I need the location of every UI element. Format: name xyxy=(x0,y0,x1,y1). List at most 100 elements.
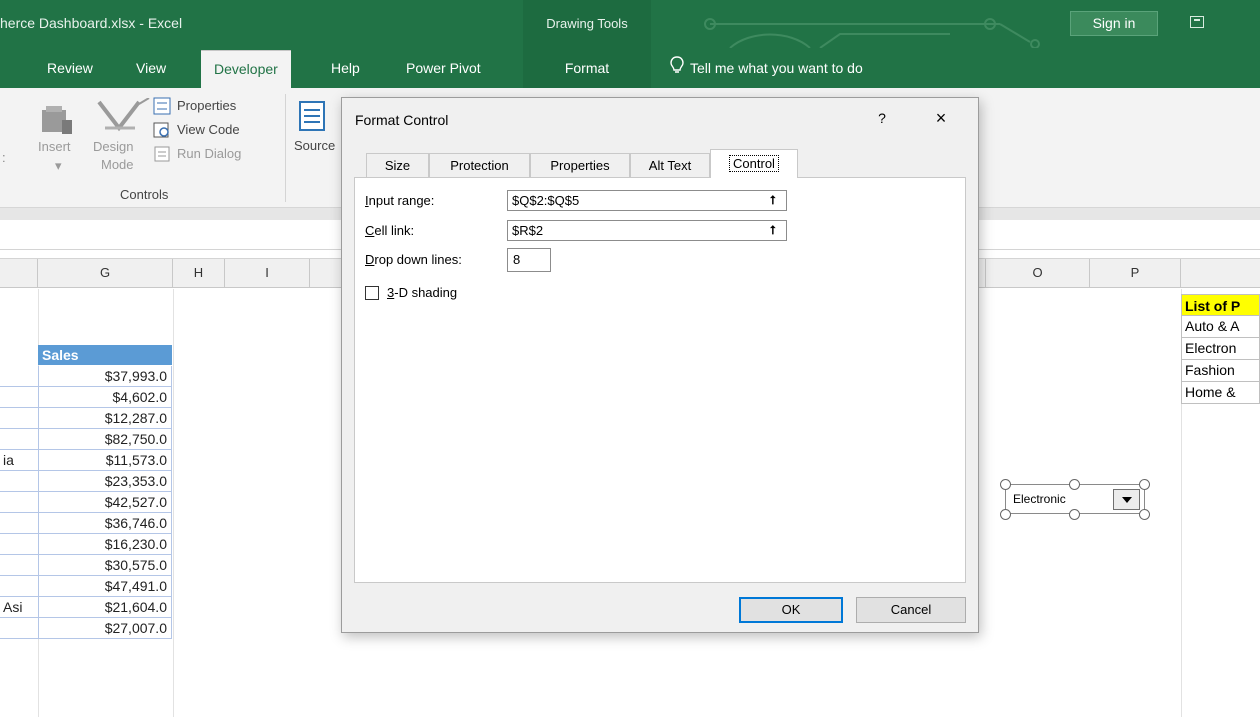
sales-cell[interactable]: $11,573.0 xyxy=(38,450,172,471)
list-item[interactable]: Fashion xyxy=(1181,360,1260,382)
insert-dropdown-icon[interactable]: ▾ xyxy=(55,158,62,174)
region-cell-fragment[interactable] xyxy=(0,366,38,387)
cancel-button[interactable]: Cancel xyxy=(856,597,966,623)
sales-cell[interactable]: $42,527.0 xyxy=(38,492,172,513)
resize-handle[interactable] xyxy=(1069,509,1080,520)
column-header-i[interactable]: I xyxy=(225,259,310,287)
run-dialog-button[interactable]: Run Dialog xyxy=(177,146,241,161)
source-button[interactable]: Source xyxy=(294,138,335,153)
tab-power-pivot[interactable]: Power Pivot xyxy=(406,50,481,88)
controls-group-label: Controls xyxy=(120,187,169,202)
close-icon[interactable]: × xyxy=(930,108,952,130)
source-icon[interactable] xyxy=(298,100,326,132)
drop-down-label-text: rop down lines: xyxy=(374,252,462,267)
insert-label[interactable]: Insert xyxy=(38,139,71,154)
cell-link-label-text: ell link: xyxy=(374,223,415,238)
tab-review[interactable]: Review xyxy=(47,50,93,88)
cell-link-field[interactable]: $R$2 ⭡ xyxy=(507,220,787,241)
column-header-o[interactable]: O xyxy=(985,259,1090,287)
sales-cell[interactable]: $36,746.0 xyxy=(38,513,172,534)
cell-link-value: $R$2 xyxy=(512,223,544,238)
window-title: herce Dashboard.xlsx - Excel xyxy=(0,15,183,31)
tab-properties[interactable]: Properties xyxy=(530,153,630,178)
list-item[interactable]: Electron xyxy=(1181,338,1260,360)
design-mode-label-2[interactable]: Mode xyxy=(101,157,134,172)
group-separator xyxy=(285,94,286,202)
title-bar: herce Dashboard.xlsx - Excel Drawing Too… xyxy=(0,0,1260,50)
tab-developer[interactable]: Developer xyxy=(201,50,291,88)
resize-handle[interactable] xyxy=(1000,509,1011,520)
drop-down-lines-field[interactable]: 8 xyxy=(507,248,551,272)
lightbulb-icon xyxy=(670,51,684,87)
sales-cell[interactable]: $16,230.0 xyxy=(38,534,172,555)
design-mode-label-1[interactable]: Design xyxy=(93,139,133,154)
region-cell-fragment[interactable]: ia xyxy=(0,450,38,471)
tab-help[interactable]: Help xyxy=(331,50,360,88)
list-item[interactable]: Home & xyxy=(1181,382,1260,404)
region-cell-fragment[interactable] xyxy=(0,492,38,513)
tab-control[interactable]: Control xyxy=(710,149,798,178)
region-cell-fragment[interactable] xyxy=(0,534,38,555)
region-cell-fragment[interactable] xyxy=(0,429,38,450)
collapse-dialog-icon[interactable]: ⭡ xyxy=(763,193,783,208)
tell-me-search[interactable]: Tell me what you want to do xyxy=(670,50,863,88)
tab-protection[interactable]: Protection xyxy=(429,153,530,178)
properties-button[interactable]: Properties xyxy=(177,98,236,113)
tab-format[interactable]: Format xyxy=(523,50,651,88)
3d-shading-checkbox[interactable] xyxy=(365,286,379,300)
input-range-label: Input range: xyxy=(365,193,434,208)
sales-cell[interactable]: $37,993.0 xyxy=(38,366,172,387)
sales-cell[interactable]: $27,007.0 xyxy=(38,618,172,639)
excel-window: herce Dashboard.xlsx - Excel Drawing Too… xyxy=(0,0,1260,717)
gridline xyxy=(173,289,174,717)
sales-cell[interactable]: $82,750.0 xyxy=(38,429,172,450)
resize-handle[interactable] xyxy=(1139,479,1150,490)
format-control-dialog: Format Control ? × Size Protection Prope… xyxy=(341,97,979,633)
list-item[interactable]: Auto & A xyxy=(1181,316,1260,338)
3d-shading-label-text: -D shading xyxy=(394,285,458,300)
3d-shading-label[interactable]: 3-D shading xyxy=(387,285,457,300)
drawing-tools-context-label: Drawing Tools xyxy=(523,0,651,50)
resize-handle[interactable] xyxy=(1139,509,1150,520)
column-header-partial[interactable] xyxy=(0,259,38,287)
insert-controls-icon[interactable] xyxy=(40,102,76,138)
resize-handle[interactable] xyxy=(1069,479,1080,490)
input-range-field[interactable]: $Q$2:$Q$5 ⭡ xyxy=(507,190,787,211)
region-cell-fragment[interactable] xyxy=(0,576,38,597)
column-header-g[interactable]: G xyxy=(38,259,173,287)
region-cell-fragment[interactable]: Asi xyxy=(0,597,38,618)
view-code-icon xyxy=(153,122,169,138)
circuit-decoration-icon xyxy=(704,18,1040,48)
column-header-h[interactable]: H xyxy=(173,259,225,287)
region-cell-fragment[interactable] xyxy=(0,513,38,534)
sales-cell[interactable]: $47,491.0 xyxy=(38,576,172,597)
column-header-p[interactable]: P xyxy=(1090,259,1181,287)
sales-cell[interactable]: $30,575.0 xyxy=(38,555,172,576)
region-cell-fragment[interactable] xyxy=(0,408,38,429)
resize-handle[interactable] xyxy=(1000,479,1011,490)
sign-in-button[interactable]: Sign in xyxy=(1070,11,1158,36)
ribbon-display-options-icon[interactable] xyxy=(1190,16,1204,28)
help-icon[interactable]: ? xyxy=(872,108,892,128)
sales-cell[interactable]: $23,353.0 xyxy=(38,471,172,492)
sales-cell[interactable]: $12,287.0 xyxy=(38,408,172,429)
sales-cell[interactable]: $4,602.0 xyxy=(38,387,172,408)
view-code-button[interactable]: View Code xyxy=(177,122,240,137)
properties-icon xyxy=(153,97,171,115)
list-header-cell[interactable]: List of P xyxy=(1181,294,1260,316)
sales-cell[interactable]: $21,604.0 xyxy=(38,597,172,618)
tab-size[interactable]: Size xyxy=(366,153,429,178)
design-mode-icon[interactable] xyxy=(95,98,151,134)
sales-column-header[interactable]: Sales xyxy=(38,345,172,365)
region-cell-fragment[interactable] xyxy=(0,387,38,408)
collapse-dialog-icon[interactable]: ⭡ xyxy=(763,223,783,238)
tab-view[interactable]: View xyxy=(136,50,166,88)
drop-down-lines-label: Drop down lines: xyxy=(365,252,462,267)
region-cell-fragment[interactable] xyxy=(0,555,38,576)
ok-button[interactable]: OK xyxy=(739,597,843,623)
combo-dropdown-button[interactable] xyxy=(1113,489,1140,510)
region-cell-fragment[interactable] xyxy=(0,471,38,492)
run-dialog-icon xyxy=(154,146,170,162)
region-cell-fragment[interactable] xyxy=(0,618,38,639)
tab-alt-text[interactable]: Alt Text xyxy=(630,153,710,178)
